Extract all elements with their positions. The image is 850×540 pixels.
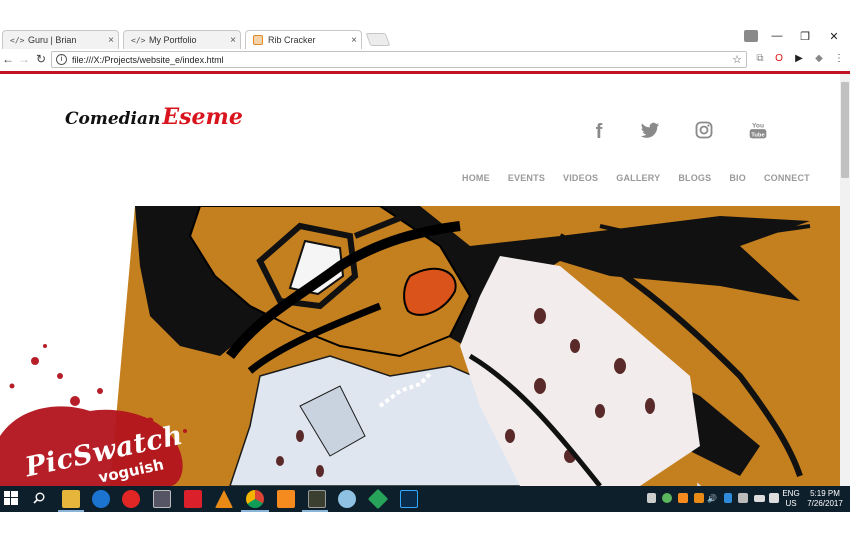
- flag-extension-icon[interactable]: ▶: [792, 52, 806, 66]
- nav-gallery[interactable]: GALLERY: [616, 173, 660, 183]
- opera-taskbar-icon[interactable]: [122, 490, 140, 508]
- nav-connect[interactable]: CONNECT: [764, 173, 810, 183]
- youtube-icon[interactable]: You Tube: [746, 120, 770, 144]
- forward-icon[interactable]: →: [16, 52, 32, 66]
- bluetooth-icon[interactable]: [724, 493, 732, 503]
- network-icon[interactable]: [738, 493, 748, 503]
- clock-date: 7/26/2017: [807, 499, 843, 508]
- tab-label: My Portfolio: [149, 35, 197, 45]
- lang-text: ENG: [782, 489, 800, 498]
- restore-icon[interactable]: ❐: [794, 30, 816, 43]
- web-page: ComedianEseme f You Tube HOME EVENTS VIDE…: [0, 74, 840, 486]
- info-icon[interactable]: i: [56, 54, 67, 65]
- terminal-icon[interactable]: [153, 490, 171, 508]
- site-logo[interactable]: ComedianEseme: [65, 104, 243, 130]
- nav-home[interactable]: HOME: [462, 173, 490, 183]
- url-text: file:///X:/Projects/website_e/index.html: [72, 54, 224, 65]
- below-screen-area: [0, 512, 850, 540]
- slider-next-arrow-icon[interactable]: ›: [694, 472, 708, 486]
- photoshop-icon[interactable]: [400, 490, 418, 508]
- tray-app-icon[interactable]: [647, 493, 656, 503]
- tab-rib-cracker[interactable]: Rib Cracker ×: [245, 30, 362, 49]
- extension-icon[interactable]: ⧉: [753, 52, 767, 66]
- windows-start-icon[interactable]: [4, 491, 18, 505]
- nav-videos[interactable]: VIDEOS: [563, 173, 598, 183]
- paint-icon[interactable]: [338, 490, 356, 508]
- screen: </> Guru | Brian × </> My Portfolio × Ri…: [0, 0, 850, 540]
- youtube-bottom-text: Tube: [751, 132, 765, 138]
- volume-icon[interactable]: 🔊: [706, 494, 718, 504]
- close-icon[interactable]: ×: [226, 35, 240, 46]
- bookmark-star-icon[interactable]: ☆: [732, 53, 742, 66]
- xampp-icon[interactable]: [277, 490, 295, 508]
- youtube-top-text: You: [752, 123, 764, 130]
- tab-label: Rib Cracker: [268, 35, 316, 45]
- clock-time: 5:19 PM: [810, 489, 840, 498]
- close-icon[interactable]: ×: [104, 35, 118, 46]
- main-nav: HOME EVENTS VIDEOS GALLERY BLOGS BIO CON…: [462, 173, 810, 183]
- address-bar[interactable]: i file:///X:/Projects/website_e/index.ht…: [51, 51, 747, 68]
- new-tab-button[interactable]: [365, 33, 391, 46]
- cube-extension-icon[interactable]: ◆: [812, 52, 826, 66]
- tab-my-portfolio[interactable]: </> My Portfolio ×: [123, 30, 241, 49]
- logo-prefix: Comedian: [65, 109, 161, 129]
- reload-icon[interactable]: ↻: [33, 52, 49, 66]
- profile-icon[interactable]: [744, 30, 758, 42]
- tab-guru-brian[interactable]: </> Guru | Brian ×: [2, 30, 119, 49]
- logo-name: Eseme: [162, 104, 243, 130]
- code-icon: </>: [131, 35, 146, 45]
- close-icon[interactable]: ×: [347, 35, 361, 46]
- search-icon[interactable]: [33, 492, 45, 504]
- filezilla-icon[interactable]: [184, 490, 202, 508]
- facebook-icon[interactable]: f: [587, 120, 611, 144]
- input-language[interactable]: ENG US: [780, 489, 802, 509]
- back-icon[interactable]: ←: [0, 52, 16, 66]
- scrollbar-thumb[interactable]: [841, 82, 849, 178]
- menu-icon[interactable]: ⋮: [832, 52, 846, 66]
- opera-icon[interactable]: O: [772, 52, 786, 66]
- nav-events[interactable]: EVENTS: [508, 173, 545, 183]
- ribcracker-favicon-icon: [253, 35, 263, 45]
- console-icon[interactable]: [308, 490, 326, 508]
- tab-label: Guru | Brian: [28, 35, 77, 45]
- file-explorer-icon[interactable]: [62, 490, 80, 508]
- minimize-icon[interactable]: —: [766, 30, 788, 42]
- edge-icon[interactable]: [92, 490, 110, 508]
- code-icon: </>: [10, 35, 25, 45]
- clock[interactable]: 5:19 PM 7/26/2017: [804, 489, 846, 509]
- twitter-icon[interactable]: [638, 120, 662, 144]
- tray-app-icon[interactable]: [678, 493, 688, 503]
- chrome-icon[interactable]: [246, 490, 264, 508]
- nav-blogs[interactable]: BLOGS: [678, 173, 711, 183]
- close-window-icon[interactable]: ✕: [823, 30, 845, 43]
- tray-app-icon[interactable]: [662, 493, 672, 503]
- battery-icon[interactable]: [754, 495, 765, 502]
- nav-bio[interactable]: BIO: [729, 173, 746, 183]
- region-text: US: [785, 499, 797, 508]
- tray-app-icon[interactable]: [769, 493, 779, 503]
- tray-app-icon[interactable]: [694, 493, 704, 503]
- instagram-icon[interactable]: [692, 120, 716, 144]
